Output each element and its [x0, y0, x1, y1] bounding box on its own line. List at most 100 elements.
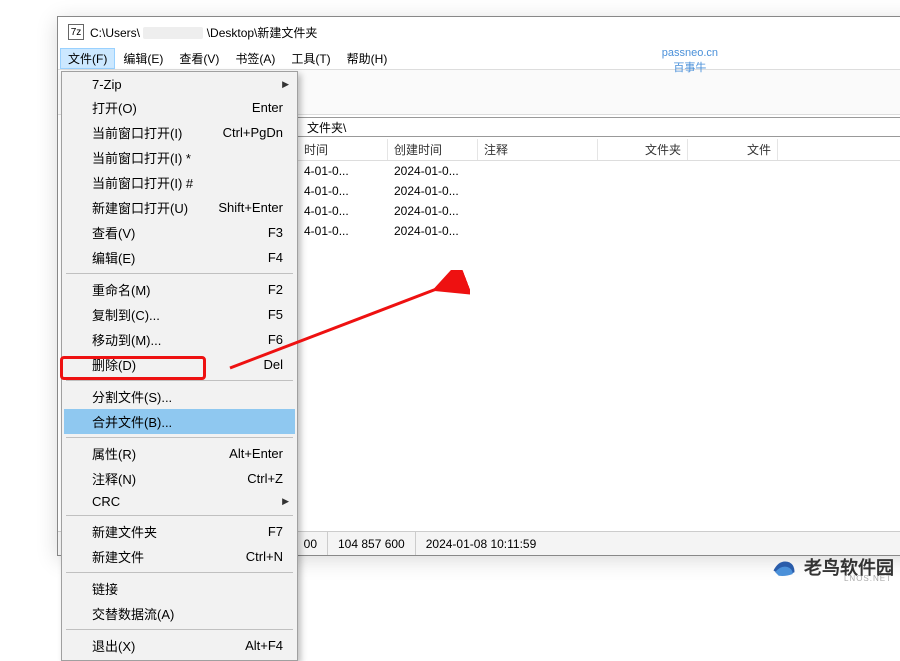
menu-item-label: 查看(V) [92, 223, 135, 242]
menu-item-label: 新建文件夹 [92, 522, 157, 541]
cell-folder [598, 230, 688, 232]
brand-name: 百事牛 [662, 59, 718, 75]
menu-help[interactable]: 帮助(H) [339, 48, 396, 69]
table-row[interactable]: 4-01-0...2024-01-0... [298, 201, 900, 221]
cell-file [688, 210, 778, 212]
menu-item-新建窗口打开u[interactable]: 新建窗口打开(U) Shift+Enter [64, 195, 295, 220]
menu-view[interactable]: 查看(V) [171, 48, 227, 69]
menu-item-label: 属性(R) [92, 444, 136, 463]
menu-item-删除d[interactable]: 删除(D) Del [64, 352, 295, 377]
menu-item-分割文件s[interactable]: 分割文件(S)... [64, 384, 295, 409]
menubar: 文件(F) 编辑(E) 查看(V) 书签(A) 工具(T) 帮助(H) pass… [58, 47, 900, 69]
menu-item-新建文件[interactable]: 新建文件Ctrl+N [64, 544, 295, 569]
titlebar: 7z C:\Users\ \Desktop\新建文件夹 — ☐ ✕ [58, 17, 900, 47]
cell-mtime: 4-01-0... [298, 183, 388, 199]
menu-item-当前窗口打开i[interactable]: 当前窗口打开(I)Ctrl+PgDn [64, 120, 295, 145]
menu-item-查看v[interactable]: 查看(V) F3 [64, 220, 295, 245]
cell-ctime: 2024-01-0... [388, 223, 478, 239]
cell-ctime: 2024-01-0... [388, 203, 478, 219]
window-title: C:\Users\ \Desktop\新建文件夹 [90, 24, 317, 41]
menu-item-当前窗口打开i[interactable]: 当前窗口打开(I) # [64, 170, 295, 195]
menu-item-shortcut: Ctrl+N [246, 549, 283, 564]
menu-item-label: 合并文件(B)... [92, 412, 172, 431]
menu-item-shortcut: Shift+Enter [218, 200, 283, 215]
menu-item-注释n[interactable]: 注释(N)Ctrl+Z [64, 466, 295, 491]
col-comment[interactable]: 注释 [478, 139, 598, 160]
menu-item-label: 新建窗口打开(U) [92, 198, 188, 217]
status-seg-2: 104 857 600 [328, 532, 416, 555]
menu-item-shortcut: F3 [268, 225, 283, 240]
list-header: 时间 创建时间 注释 文件夹 文件 [298, 139, 900, 161]
menu-separator [66, 273, 293, 274]
menu-item-编辑e[interactable]: 编辑(E) F4 [64, 245, 295, 270]
menu-item-label: 移动到(M)... [92, 330, 161, 349]
table-row[interactable]: 4-01-0...2024-01-0... [298, 181, 900, 201]
menu-separator [66, 380, 293, 381]
menu-item-合并文件b[interactable]: 合并文件(B)... [64, 409, 295, 434]
cell-comment [478, 170, 598, 172]
menu-edit[interactable]: 编辑(E) [115, 48, 171, 69]
col-created-time[interactable]: 创建时间 [388, 139, 478, 160]
menu-item-crc[interactable]: CRC [64, 491, 295, 512]
table-row[interactable]: 4-01-0...2024-01-0... [298, 161, 900, 181]
menu-item-重命名m[interactable]: 重命名(M) F2 [64, 277, 295, 302]
bird-icon [770, 553, 798, 581]
menu-item-交替数据流a[interactable]: 交替数据流(A) [64, 601, 295, 626]
menu-item-label: 链接 [92, 579, 118, 598]
cell-mtime: 4-01-0... [298, 163, 388, 179]
cell-file [688, 230, 778, 232]
menu-item-shortcut: F7 [268, 524, 283, 539]
menu-tool[interactable]: 工具(T) [283, 48, 338, 69]
menu-item-shortcut: Alt+Enter [229, 446, 283, 461]
menu-separator [66, 437, 293, 438]
cell-ctime: 2024-01-0... [388, 163, 478, 179]
menu-item-7zip[interactable]: 7-Zip [64, 74, 295, 95]
menu-item-打开o[interactable]: 打开(O) Enter [64, 95, 295, 120]
menu-item-shortcut: F5 [268, 307, 283, 322]
menu-item-label: 7-Zip [92, 77, 122, 92]
menu-item-label: 退出(X) [92, 636, 135, 655]
cell-file [688, 190, 778, 192]
menu-file[interactable]: 文件(F) [60, 48, 115, 69]
menu-bookmark[interactable]: 书签(A) [227, 48, 283, 69]
menu-item-shortcut: Del [263, 357, 283, 372]
title-username-blurred [143, 27, 203, 39]
menu-item-shortcut: F2 [268, 282, 283, 297]
menu-item-label: 当前窗口打开(I) * [92, 148, 191, 167]
cell-folder [598, 210, 688, 212]
title-path-suffix: \Desktop\新建文件夹 [207, 26, 318, 40]
col-folder[interactable]: 文件夹 [598, 139, 688, 160]
menu-item-退出x[interactable]: 退出(X) Alt+F4 [64, 633, 295, 658]
cell-comment [478, 190, 598, 192]
menu-item-label: CRC [92, 494, 120, 509]
menu-item-label: 复制到(C)... [92, 305, 160, 324]
cell-file [688, 170, 778, 172]
menu-item-shortcut: F6 [268, 332, 283, 347]
menu-item-shortcut: F4 [268, 250, 283, 265]
brand-url: passneo.cn [662, 47, 718, 59]
menu-item-当前窗口打开i[interactable]: 当前窗口打开(I) * [64, 145, 295, 170]
title-path-prefix: C:\Users\ [90, 26, 140, 40]
menu-item-label: 分割文件(S)... [92, 387, 172, 406]
cell-folder [598, 190, 688, 192]
table-row[interactable]: 4-01-0...2024-01-0... [298, 221, 900, 241]
menu-item-label: 打开(O) [92, 98, 137, 117]
menu-item-label: 重命名(M) [92, 280, 151, 299]
menu-item-shortcut: Alt+F4 [245, 638, 283, 653]
menu-item-label: 交替数据流(A) [92, 604, 174, 623]
menu-item-新建文件夹[interactable]: 新建文件夹 F7 [64, 519, 295, 544]
menu-item-label: 删除(D) [92, 355, 136, 374]
menu-item-label: 注释(N) [92, 469, 136, 488]
menu-separator [66, 629, 293, 630]
cell-mtime: 4-01-0... [298, 223, 388, 239]
col-file[interactable]: 文件 [688, 139, 778, 160]
file-menu-dropdown: 7-Zip 打开(O) Enter 当前窗口打开(I)Ctrl+PgDn 当前窗口打开(… [61, 71, 298, 661]
col-modified-time[interactable]: 时间 [298, 139, 388, 160]
menu-item-shortcut: Enter [252, 100, 283, 115]
menu-item-链接[interactable]: 链接 [64, 576, 295, 601]
cell-mtime: 4-01-0... [298, 203, 388, 219]
menu-item-移动到m[interactable]: 移动到(M)... F6 [64, 327, 295, 352]
menu-item-label: 编辑(E) [92, 248, 135, 267]
menu-item-属性r[interactable]: 属性(R) Alt+Enter [64, 441, 295, 466]
menu-item-复制到c[interactable]: 复制到(C)... F5 [64, 302, 295, 327]
